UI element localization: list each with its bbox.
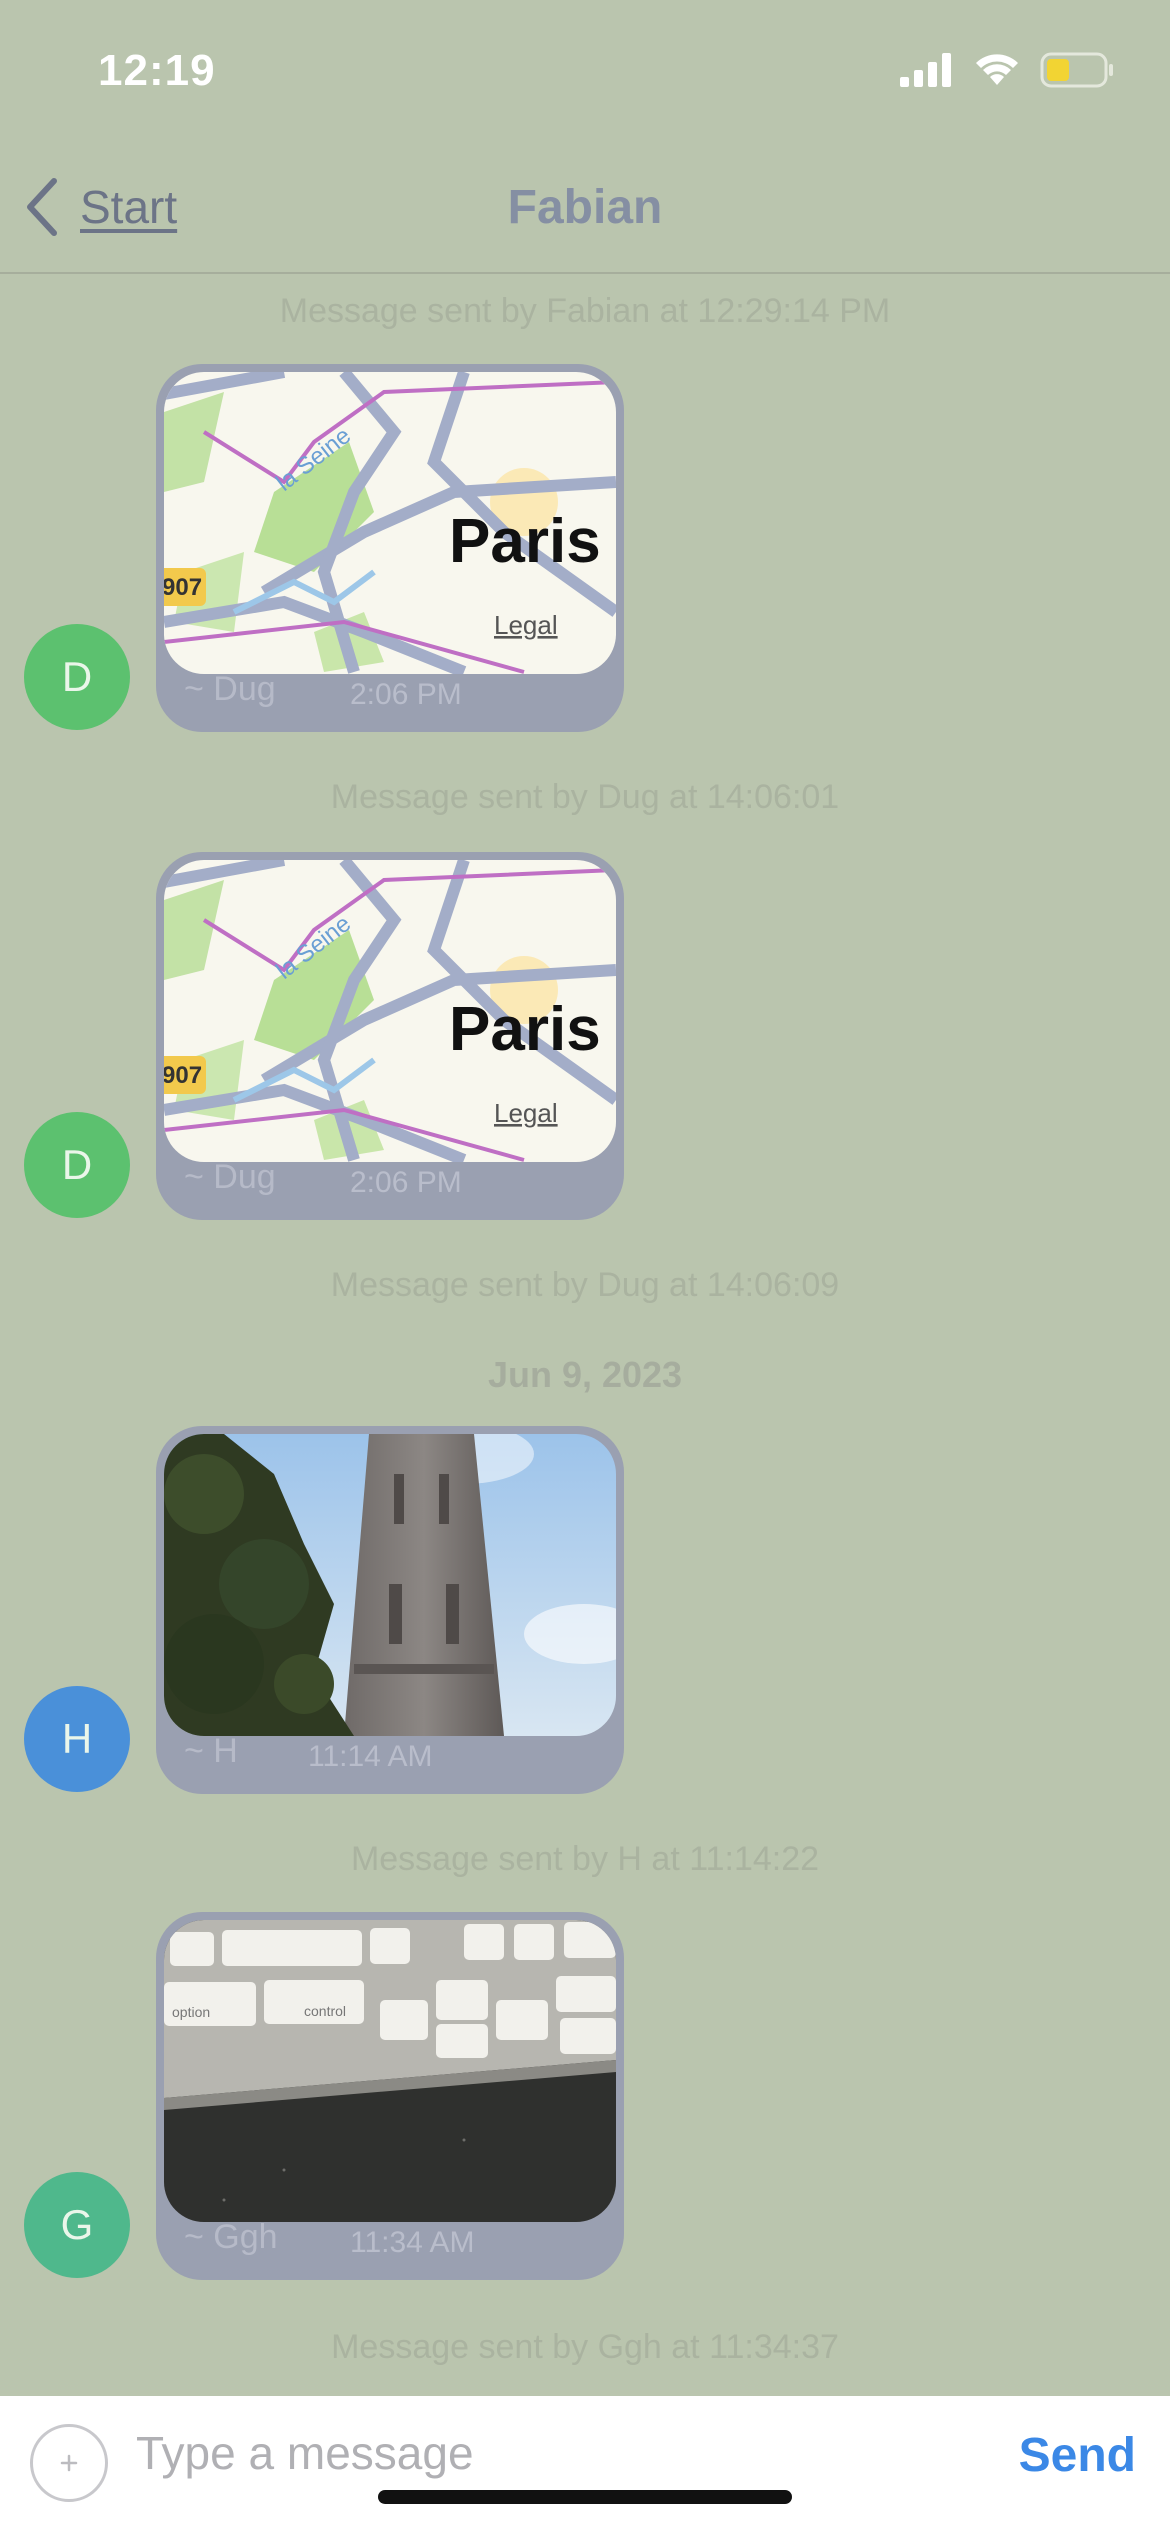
plus-icon (60, 2454, 78, 2472)
map-city-label: Paris (449, 995, 601, 1064)
message-bubble[interactable]: la Seine Paris Legal 907 ~ Dug 2:06 PM (156, 852, 624, 1220)
map-legal-link: Legal (494, 610, 558, 640)
status-time: 12:19 (98, 46, 216, 95)
message-bubble[interactable]: option control ~ Ggh 11:34 AM (156, 1912, 624, 2280)
map-route-badge: 907 (164, 574, 202, 601)
message-time: 2:06 PM (350, 1166, 462, 1199)
status-icons (900, 52, 1114, 88)
message-time: 11:34 AM (350, 2226, 475, 2259)
message-bubble[interactable]: ~ H 11:14 AM (156, 1426, 624, 1794)
key-label: control (304, 2003, 346, 2019)
system-message: Message sent by Dug at 14:06:01 (330, 778, 840, 816)
message-time: 2:06 PM (350, 678, 462, 711)
status-bar: 12:19 (0, 0, 1170, 150)
navigation-bar: Start Fabian (0, 150, 1170, 274)
system-message: Message sent by Fabian at 12:29:14 PM (279, 292, 891, 330)
composer-bar: Send (0, 2396, 1170, 2532)
map-snapshot[interactable]: la Seine Paris Legal 907 (164, 860, 616, 1162)
message-time: 11:14 AM (308, 1740, 433, 1773)
system-message: Message sent by Dug at 14:06:09 (330, 1266, 840, 1304)
map-legal-link: Legal (494, 1098, 558, 1128)
send-button[interactable]: Send (1019, 2428, 1136, 2483)
date-separator: Jun 9, 2023 (487, 1354, 683, 1395)
sender-name: ~ Dug (184, 1158, 276, 1196)
sender-name: ~ H (184, 1732, 238, 1770)
avatar[interactable]: D (24, 624, 130, 730)
map-route-badge: 907 (164, 1062, 202, 1089)
wifi-icon (976, 54, 1018, 85)
system-message: Message sent by Ggh at 11:34:37 (331, 2328, 839, 2366)
map-snapshot[interactable]: la Seine Paris Legal 907 (164, 372, 616, 674)
sender-name: ~ Ggh (184, 2218, 278, 2256)
photo-attachment[interactable] (164, 1434, 616, 1736)
sender-name: ~ Dug (184, 670, 276, 708)
attach-button[interactable] (30, 2424, 108, 2502)
avatar[interactable]: D (24, 1112, 130, 1218)
key-label: option (172, 2004, 210, 2020)
conversation-title: Fabian (507, 181, 663, 234)
avatar[interactable]: G (24, 2172, 130, 2278)
home-indicator[interactable] (378, 2490, 792, 2504)
system-message: Message sent by H at 11:14:22 (350, 1840, 820, 1878)
message-feed[interactable]: Message sent by Fabian at 12:29:14 PM D … (0, 274, 1170, 2394)
message-input[interactable] (136, 2418, 956, 2488)
message-bubble[interactable]: la Seine Paris Legal 907 ~ Dug 2:06 PM (156, 364, 624, 732)
photo-attachment[interactable]: option control (164, 1920, 616, 2222)
cellular-signal-icon (900, 53, 951, 87)
map-city-label: Paris (449, 507, 601, 576)
avatar[interactable]: H (24, 1686, 130, 1792)
battery-icon (1040, 52, 1113, 88)
